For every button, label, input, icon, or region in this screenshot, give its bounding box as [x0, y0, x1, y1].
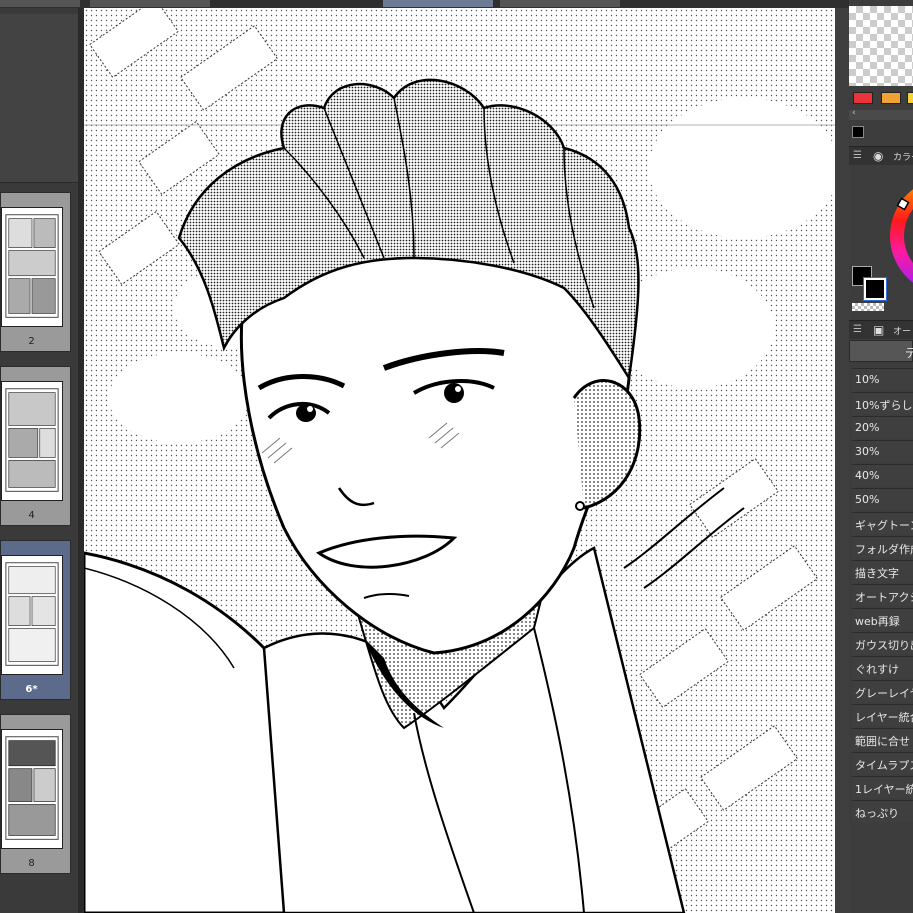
- page-number: 2: [28, 336, 35, 347]
- page-manager-panel: 2 4 6* 8: [0, 8, 78, 913]
- page-thumbnail-selected[interactable]: 6*: [0, 540, 71, 700]
- document-tab[interactable]: [500, 0, 620, 7]
- document-tab[interactable]: [90, 0, 210, 7]
- auto-action-item[interactable]: ガウス切り出: [852, 632, 913, 654]
- action-label: ぐれすけ: [855, 663, 899, 676]
- action-label: レイヤー統合: [855, 711, 913, 724]
- panel-title: オート: [893, 327, 913, 337]
- auto-action-item[interactable]: 40%: [852, 464, 913, 486]
- action-label: 50%: [855, 493, 880, 506]
- auto-action-item[interactable]: オートアクショ: [852, 584, 913, 606]
- action-label: 描き文字: [855, 567, 899, 580]
- current-color-chip[interactable]: [852, 126, 864, 138]
- action-label: ギャグトーン: [855, 519, 913, 532]
- right-panel: ‹ ☰ ◉ カラー ☰ ▣ オート デ 10% 10%ずらし(影 20% 30%: [849, 0, 913, 913]
- page-number: 6*: [25, 684, 38, 695]
- action-label: 20%: [855, 421, 880, 434]
- drawing-canvas[interactable]: [84, 8, 835, 913]
- auto-action-item[interactable]: レイヤー統合: [852, 704, 913, 726]
- page-number: 8: [28, 858, 35, 869]
- document-tab[interactable]: [0, 0, 80, 7]
- auto-action-item[interactable]: グレーレイヤ: [852, 680, 913, 702]
- film-icon: ▣: [873, 323, 885, 337]
- canvas-vertical-scrollbar[interactable]: [835, 8, 849, 913]
- auto-action-item[interactable]: 10%ずらし(影: [852, 392, 913, 414]
- grip-icon[interactable]: ☰: [853, 150, 862, 161]
- auto-action-panel-header[interactable]: ☰ ▣ オート: [849, 320, 913, 339]
- color-wheel[interactable]: [889, 176, 913, 294]
- page-preview: [1, 207, 63, 327]
- auto-action-item[interactable]: タイムラプスオ: [852, 752, 913, 774]
- action-label: タイムラプスオ: [855, 759, 913, 772]
- panel-title: カラー: [893, 153, 913, 163]
- action-label: web再録: [855, 615, 900, 628]
- color-swatch[interactable]: [907, 92, 913, 104]
- action-label: オートアクショ: [855, 591, 913, 604]
- auto-action-item[interactable]: 50%: [852, 488, 913, 510]
- action-label: ねっぷり: [855, 807, 899, 820]
- color-set-swatches: [849, 90, 913, 108]
- auto-action-item[interactable]: ねっぷり: [852, 800, 913, 822]
- action-label: 範囲に合せ: [855, 735, 910, 748]
- action-label: 10%ずらし(影: [855, 399, 913, 412]
- action-label: グレーレイヤ: [855, 687, 913, 700]
- action-label: ガウス切り出: [855, 639, 913, 652]
- auto-action-item[interactable]: ぐれすけ: [852, 656, 913, 678]
- page-thumbnail[interactable]: 2: [0, 192, 71, 352]
- color-swatch[interactable]: [853, 92, 873, 104]
- action-label: 10%: [855, 373, 880, 386]
- page-number: 4: [28, 510, 35, 521]
- color-swatch[interactable]: [881, 92, 901, 104]
- sub-color[interactable]: [863, 277, 887, 301]
- auto-action-item[interactable]: 10%: [852, 368, 913, 390]
- color-wheel-panel-header[interactable]: ☰ ◉ カラー: [849, 146, 913, 165]
- page-preview: [1, 381, 63, 501]
- auto-action-item[interactable]: 30%: [852, 440, 913, 462]
- color-wheel-icon: ◉: [873, 149, 884, 163]
- chevron-left-icon[interactable]: ‹: [852, 108, 856, 118]
- document-tab-active[interactable]: [383, 0, 493, 7]
- auto-action-item[interactable]: 範囲に合せ: [852, 728, 913, 750]
- document-tab-bar: [0, 0, 849, 8]
- auto-action-item[interactable]: ギャグトーン: [852, 512, 913, 534]
- main-sub-color[interactable]: [852, 266, 888, 301]
- action-set-dropdown[interactable]: デ: [849, 340, 913, 362]
- swatch-scrollbar[interactable]: ‹: [849, 108, 913, 120]
- action-label: 40%: [855, 469, 880, 482]
- page-preview: [1, 555, 63, 675]
- auto-action-item[interactable]: 20%: [852, 416, 913, 438]
- action-set-label: デ: [905, 346, 913, 360]
- auto-action-item[interactable]: web再録: [852, 608, 913, 630]
- auto-action-item[interactable]: 描き文字: [852, 560, 913, 582]
- action-label: フォルダ作成: [855, 543, 913, 556]
- page-preview: [1, 729, 63, 849]
- navigator-preview: [849, 6, 913, 86]
- grip-icon[interactable]: ☰: [853, 324, 862, 335]
- auto-action-item[interactable]: 1レイヤー統: [852, 776, 913, 798]
- transparent-color-toggle[interactable]: [852, 303, 884, 311]
- auto-action-item[interactable]: フォルダ作成: [852, 536, 913, 558]
- page-manager-header: [0, 14, 78, 183]
- page-thumbnail[interactable]: 4: [0, 366, 71, 526]
- action-label: 1レイヤー統: [855, 783, 913, 796]
- action-label: 30%: [855, 445, 880, 458]
- page-thumbnail[interactable]: 8: [0, 714, 71, 874]
